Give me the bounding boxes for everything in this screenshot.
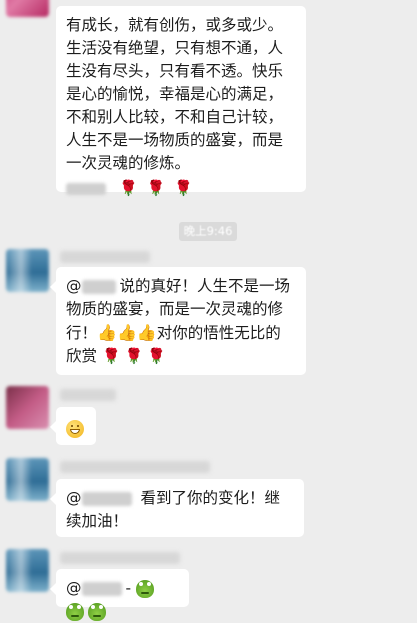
chat-window: 有成长，就有创伤，或多或少。生活没有绝望，只有想不通，人生没有尽头，只有看不透。…	[0, 0, 417, 621]
avatar[interactable]	[6, 249, 49, 292]
redacted-name	[66, 182, 106, 195]
avatar[interactable]	[6, 549, 49, 592]
message-bubble-4[interactable]: @ 看到了你的变化！继续加油！	[50, 479, 304, 537]
rose-icon: 🌹	[124, 347, 144, 365]
frog-icon	[136, 579, 155, 598]
sender-name	[60, 251, 150, 263]
grinning-face-icon	[66, 419, 84, 438]
avatar[interactable]	[6, 458, 49, 501]
thumbs-up-icon: 👍	[97, 323, 117, 342]
sender-name	[60, 552, 180, 564]
message-text: @ 看到了你的变化！继续加油！	[66, 489, 280, 530]
avatar[interactable]	[6, 0, 49, 17]
message-footer: 🌹 🌹 🌹	[66, 177, 296, 200]
thumbs-up-icon: 👍	[116, 323, 137, 342]
message-text: 有成长，就有创伤，或多或少。生活没有绝望，只有想不通，人生没有尽头，只有看不透。…	[66, 16, 284, 172]
redacted-mention	[81, 279, 116, 294]
rose-icon: 🌹	[174, 179, 193, 197]
rose-icon: 🌹	[147, 347, 167, 365]
rose-icon: 🌹	[146, 179, 166, 197]
timestamp: 晚上9:46	[179, 222, 237, 241]
frog-icon	[66, 602, 84, 621]
message-bubble-5[interactable]: @ -	[50, 569, 189, 621]
redacted-mention	[81, 491, 132, 506]
redacted-mention	[81, 581, 122, 596]
avatar[interactable]	[6, 386, 49, 429]
sender-name	[60, 389, 116, 401]
message-bubble-3[interactable]	[50, 407, 96, 445]
rose-icon: 🌹	[101, 347, 121, 365]
message-bubble-2[interactable]: @ 说的真好！人生不是一场物质的盛宴，而是一次灵魂的修行！👍👍👍对你的悟性无比的欣…	[50, 267, 306, 375]
sender-name	[60, 461, 210, 473]
frog-icon	[88, 602, 106, 621]
message-bubble-1[interactable]: 有成长，就有创伤，或多或少。生活没有绝望，只有想不通，人生没有尽头，只有看不透。…	[56, 6, 306, 197]
message-text: @ 说的真好！人生不是一场物质的盛宴，而是一次灵魂的修行！👍👍👍对你的悟性无比的欣…	[66, 277, 291, 365]
thumbs-up-icon: 👍	[136, 323, 157, 342]
rose-icon: 🌹	[118, 179, 138, 197]
